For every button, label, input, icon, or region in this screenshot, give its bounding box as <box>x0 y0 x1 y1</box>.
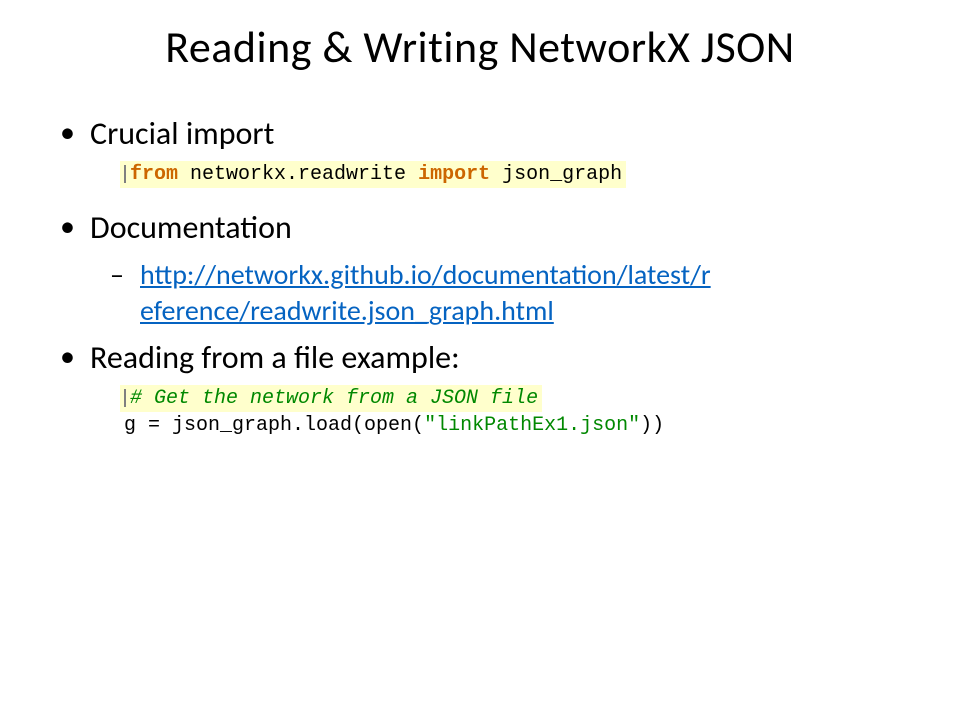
code-highlight-line: from networkx.readwrite import json_grap… <box>120 161 626 188</box>
code-comment-line: # Get the network from a JSON file <box>120 385 542 412</box>
code-module: networkx.readwrite <box>178 163 418 186</box>
code-target: json_graph <box>490 163 622 186</box>
code-comment: # Get the network from a JSON file <box>130 387 538 410</box>
code-call: g = json_graph.load(open( <box>124 414 424 437</box>
link-line-1: http://networkx.github.io/documentation/… <box>140 257 920 293</box>
bullet-list: Crucial import from networkx.readwrite i… <box>60 114 920 439</box>
code-close: )) <box>640 414 664 437</box>
cursor-icon <box>124 165 126 183</box>
cursor-icon-2 <box>124 389 126 407</box>
sub-bullet-list: http://networkx.github.io/documentation/… <box>110 257 920 330</box>
slide-title: Reading & Writing NetworkX JSON <box>40 20 920 74</box>
bullet-text-3: Reading from a file example: <box>90 338 460 377</box>
bullet-text-1: Crucial import <box>90 114 274 153</box>
sub-bullet-item-1: http://networkx.github.io/documentation/… <box>110 257 920 330</box>
code-string: "linkPathEx1.json" <box>424 414 640 437</box>
code-call-line: g = json_graph.load(open("linkPathEx1.js… <box>120 412 668 439</box>
link-line-2: eference/readwrite.json_graph.html <box>140 293 920 329</box>
bullet-item-1: Crucial import from networkx.readwrite i… <box>60 114 920 188</box>
keyword-from: from <box>130 163 178 186</box>
bullet-item-2: Documentation http://networkx.github.io/… <box>60 208 920 330</box>
documentation-link[interactable]: http://networkx.github.io/documentation/… <box>140 257 920 330</box>
keyword-import: import <box>418 163 490 186</box>
bullet-item-3: Reading from a file example: # Get the n… <box>60 338 920 439</box>
slide-content: Crucial import from networkx.readwrite i… <box>40 114 920 439</box>
code-block-import: from networkx.readwrite import json_grap… <box>120 161 920 188</box>
bullet-text-2: Documentation <box>90 208 292 247</box>
code-block-example: # Get the network from a JSON file g = j… <box>120 385 920 439</box>
